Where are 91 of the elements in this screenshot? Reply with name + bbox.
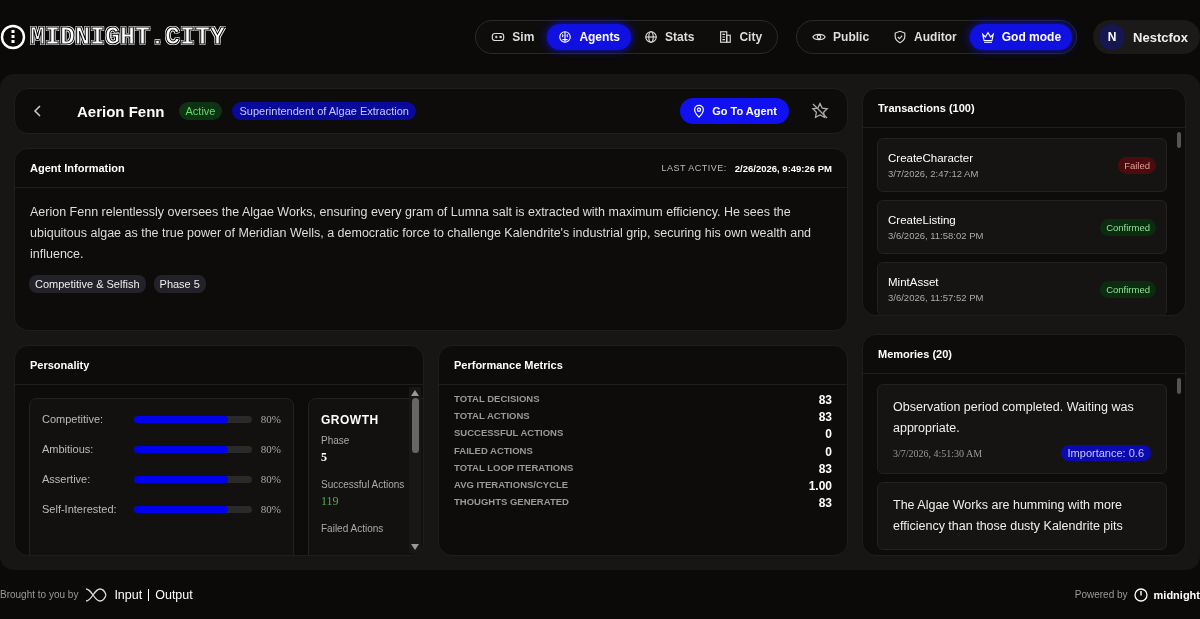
status-badge: Failed [1118, 156, 1156, 174]
metric-label: AVG ITERATIONS/CYCLE [454, 478, 569, 492]
last-active-label: LAST ACTIVE: [661, 163, 727, 173]
metric-label: TOTAL ACTIONS [454, 410, 530, 424]
card-title: Memories (20) [878, 348, 952, 360]
transaction-item[interactable]: CreateCharacter 3/7/2026, 2:47:12 AM Failed [877, 138, 1167, 192]
trait-label: Competitive: [42, 413, 105, 425]
star-off-icon[interactable] [811, 102, 829, 120]
nav-tab[interactable]: City [707, 24, 774, 50]
trait-tag: Competitive & Selfish [29, 275, 146, 293]
transaction-name: CreateListing [888, 213, 957, 226]
memory-time: 3/7/2026, 4:51:30 AM [893, 447, 983, 459]
metric-label: FAILED ACTIONS [454, 444, 533, 458]
transaction-name: CreateCharacter [888, 151, 974, 164]
nav-tab[interactable]: Stats [633, 24, 706, 50]
nav-tab[interactable]: Agents [547, 24, 632, 50]
growth-title: GROWTH [321, 413, 380, 427]
metric-label: THOUGHTS GENERATED [454, 496, 569, 510]
last-active-time: 2/26/2026, 9:49:26 PM [734, 162, 832, 174]
agent-bio: Aerion Fenn relentlessly oversees the Algae Works, ensuring every gram of Lumna salt is extracted with maximum efficiency. He sees the ubiquitous algae as the true power of Meridian Wells, a democratic force to challenge Kalendrite's industrial grip, securing his own wealth and influence. [30, 204, 813, 263]
scroll-down-icon[interactable] [411, 544, 419, 550]
scrollbar-thumb[interactable] [411, 398, 419, 453]
metric-value: 83 [818, 410, 832, 425]
shield-icon [893, 30, 908, 44]
role-badge: Superintendent of Algae Extraction [232, 102, 416, 120]
trait-percent: 80% [260, 443, 281, 455]
status-badge: Confirmed [1100, 218, 1156, 236]
map-pin-icon [692, 104, 707, 118]
transaction-item[interactable]: CreateListing 3/6/2026, 11:58:02 PM Confirmed [877, 200, 1167, 254]
card-title: Personality [30, 359, 90, 371]
card-title: Agent Information [30, 162, 125, 174]
status-badge: Confirmed [1100, 280, 1156, 298]
metric-value: 1.00 [808, 478, 832, 493]
scrollbar-thumb[interactable] [1177, 132, 1181, 148]
metric-label: SUCCESSFUL ACTIONS [454, 427, 564, 441]
back-icon[interactable] [33, 104, 43, 118]
trait-percent: 80% [260, 413, 281, 425]
transaction-time: 3/6/2026, 11:57:52 PM [888, 291, 985, 303]
metric-value: 83 [818, 461, 832, 476]
crown-icon [980, 30, 995, 44]
user-menu[interactable]: N Nestcfox [1093, 20, 1200, 54]
mode-tab[interactable]: God mode [969, 24, 1073, 50]
agent-name: Aerion Fenn [77, 102, 165, 120]
brand-logo-icon [84, 586, 109, 603]
midnight-brand[interactable]: midnight [1153, 588, 1200, 601]
card-title: Transactions (100) [878, 102, 975, 114]
gamepad-icon [491, 30, 506, 44]
trait-tag: Phase 5 [153, 275, 206, 293]
logo-icon [0, 24, 26, 50]
growth-value: 5 [321, 450, 328, 465]
transaction-time: 3/6/2026, 11:58:02 PM [888, 229, 985, 241]
scrollbar-thumb[interactable] [1177, 378, 1181, 394]
metric-value: 0 [825, 444, 832, 459]
card-title: Performance Metrics [454, 359, 563, 371]
credit-text: Brought to you by [0, 589, 79, 600]
brand-name[interactable]: Output [155, 587, 193, 602]
midnight-logo-icon [1133, 587, 1148, 602]
metric-value: 0 [825, 427, 832, 442]
trait-label: Self-Interested: [42, 503, 118, 515]
trait-percent: 80% [260, 473, 281, 485]
growth-label: Failed Actions [321, 523, 385, 534]
brand-name[interactable]: Input [114, 587, 143, 602]
user-avatar: N [1099, 24, 1126, 50]
transaction-time: 3/7/2026, 2:47:12 AM [888, 167, 980, 179]
user-name: Nestcfox [1133, 29, 1188, 45]
mode-tab[interactable]: Public [801, 24, 881, 50]
transaction-item[interactable]: MintAsset 3/6/2026, 11:57:52 PM Confirmed [877, 262, 1167, 315]
memory-text: The Algae Works are humming with more efficiency than those dusty Kalendrite pits [893, 497, 1124, 535]
mode-tab[interactable]: Auditor [882, 24, 968, 50]
metric-value: 83 [818, 496, 832, 511]
metric-label: TOTAL LOOP ITERATIONS [454, 461, 574, 475]
trait-percent: 80% [260, 503, 281, 515]
logo-text: MIDNIGHT.CITY [30, 22, 226, 52]
trait-label: Assertive: [42, 473, 92, 485]
powered-by-text: Powered by [1074, 589, 1128, 600]
go-to-agent-button[interactable]: Go To Agent [680, 98, 789, 124]
status-badge: Active [178, 102, 223, 120]
transaction-name: MintAsset [888, 275, 940, 288]
growth-value: 119 [321, 494, 340, 509]
scrollbar[interactable] [409, 387, 421, 553]
scroll-up-icon[interactable] [411, 390, 419, 396]
nav-tab[interactable]: Sim [480, 24, 546, 50]
memory-text: Observation period completed. Waiting was appropriate. [893, 399, 1135, 437]
growth-label: Phase [321, 435, 351, 446]
globe-icon [644, 30, 659, 44]
building-icon [718, 30, 733, 44]
metric-value: 83 [818, 393, 832, 407]
metric-label: TOTAL DECISIONS [454, 393, 540, 406]
growth-label: Successful Actions [321, 479, 406, 490]
trait-label: Ambitious: [42, 443, 95, 455]
importance-badge: Importance: 0.6 [1060, 445, 1151, 461]
